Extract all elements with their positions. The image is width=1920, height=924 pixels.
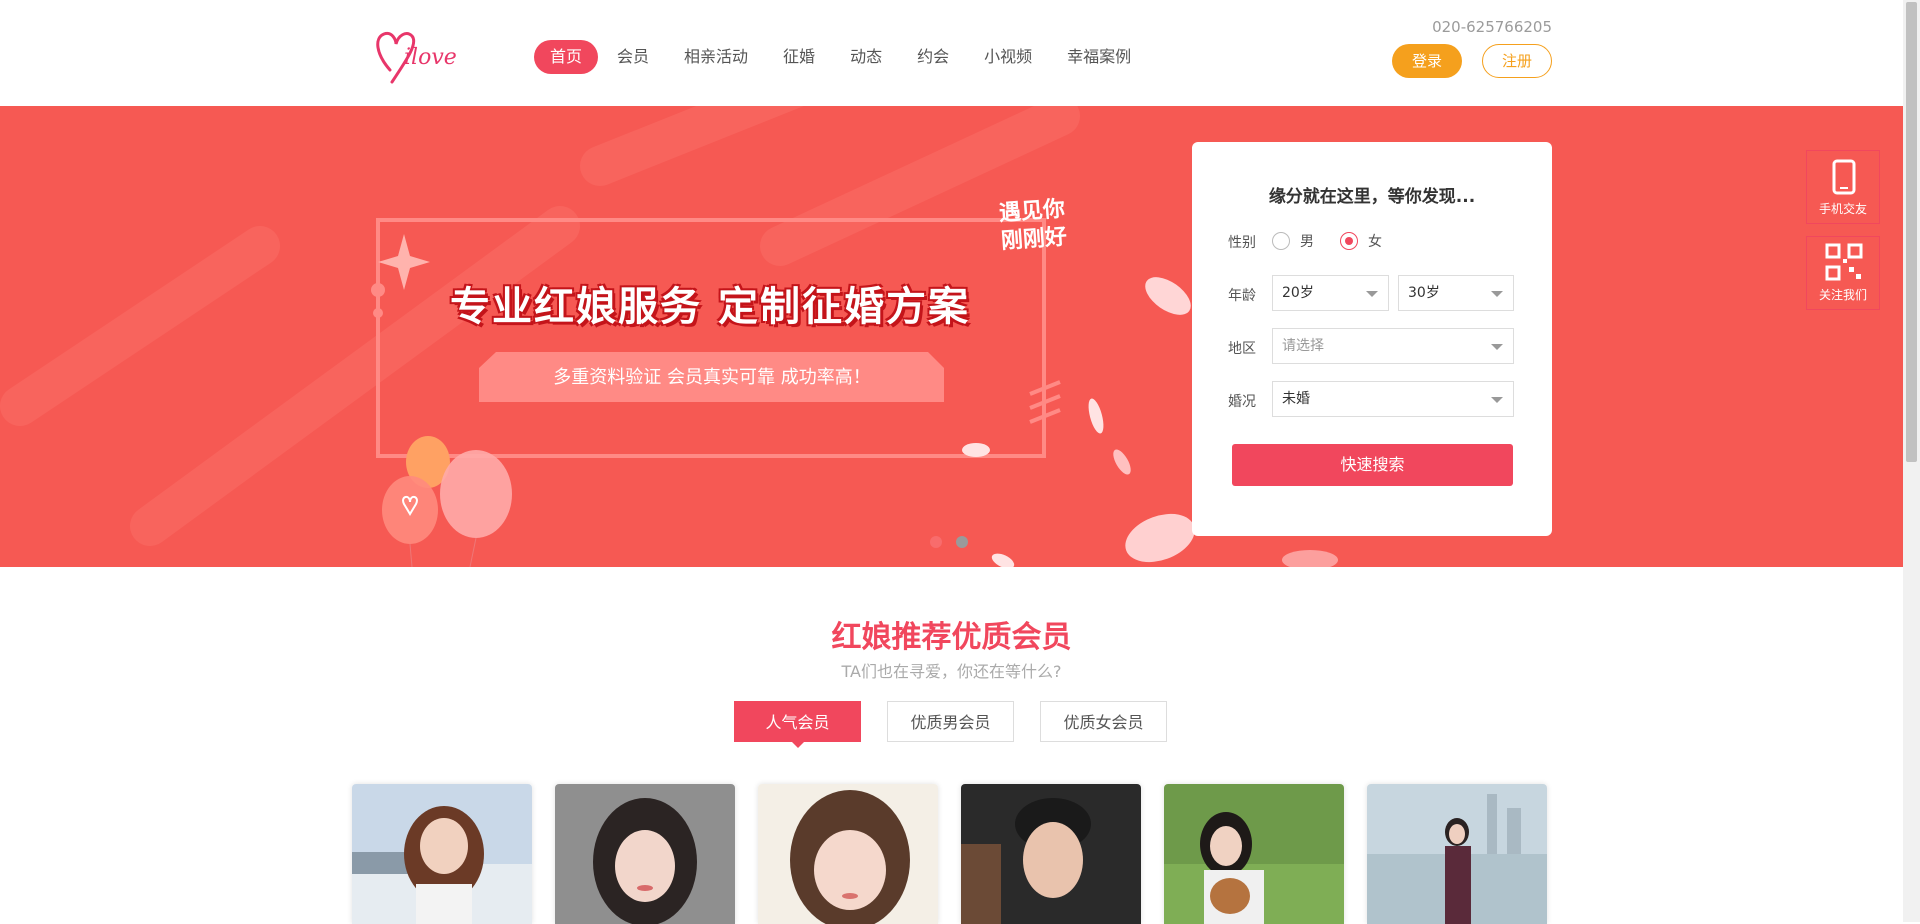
member-photo (961, 784, 1141, 924)
region-placeholder: 请选择 (1282, 338, 1324, 354)
marital-label: 婚况 (1228, 394, 1256, 410)
radio-unchecked-icon (1272, 232, 1290, 250)
banner-stamp-text: 遇见你 刚刚好 (998, 196, 1068, 255)
member-photo (758, 784, 938, 924)
chevron-down-icon (1491, 291, 1503, 297)
banner-headline: 专业红娘服务 定制征婚方案 (450, 284, 970, 330)
nav-short-videos[interactable]: 小视频 (968, 40, 1048, 74)
gender-label: 性别 (1228, 235, 1256, 251)
chevron-down-icon (1491, 344, 1503, 350)
carousel-dots (930, 536, 982, 548)
banner-decoration (0, 106, 1338, 567)
gender-female-radio[interactable]: 女 (1340, 231, 1382, 251)
nav-marriage-ads[interactable]: 征婚 (767, 40, 831, 74)
section-title: 红娘推荐优质会员 (831, 620, 1072, 655)
scrollbar-thumb[interactable] (1906, 2, 1917, 462)
nav-success-stories[interactable]: 幸福案例 (1051, 40, 1147, 74)
member-photo (1164, 784, 1344, 924)
member-card[interactable] (1164, 784, 1344, 924)
follow-us-button[interactable]: 关注我们 (1806, 236, 1880, 310)
mobile-dating-label: 手机交友 (1818, 202, 1867, 216)
chevron-down-icon (1366, 291, 1378, 297)
age-min-select[interactable]: 20岁 (1272, 275, 1389, 311)
search-card-title: 缘分就在这里，等你发现... (1268, 187, 1476, 207)
chevron-down-icon (1491, 397, 1503, 403)
member-photo (352, 784, 532, 924)
nav-dating[interactable]: 约会 (901, 40, 965, 74)
mobile-dating-button[interactable]: 手机交友 (1806, 150, 1880, 224)
tab-male-members[interactable]: 优质男会员 (887, 701, 1014, 742)
qr-code-icon (1825, 243, 1863, 281)
gender-female-label: 女 (1368, 234, 1382, 250)
age-max-select[interactable]: 30岁 (1398, 275, 1514, 311)
member-photo (555, 784, 735, 924)
gender-male-radio[interactable]: 男 (1272, 231, 1314, 251)
radio-checked-icon (1340, 232, 1358, 250)
member-tabs: 人气会员 优质男会员 优质女会员 (734, 701, 1193, 748)
region-select[interactable]: 请选择 (1272, 328, 1514, 364)
region-label: 地区 (1228, 341, 1256, 357)
marital-value: 未婚 (1282, 391, 1310, 407)
follow-us-label: 关注我们 (1818, 288, 1867, 302)
quick-search-button[interactable]: 快速搜索 (1232, 444, 1513, 486)
page-scrollbar[interactable] (1903, 0, 1920, 922)
member-card[interactable] (1367, 784, 1547, 924)
marital-select[interactable]: 未婚 (1272, 381, 1514, 417)
tab-female-members[interactable]: 优质女会员 (1040, 701, 1167, 742)
milove-logo[interactable]: ilove (372, 26, 484, 86)
nav-matchmaking-events[interactable]: 相亲活动 (668, 40, 764, 74)
hero-banner: 专业红娘服务 定制征婚方案 多重资料验证 会员真实可靠 成功率高！ 遇见你 刚刚… (0, 106, 1903, 567)
main-nav: 首页 会员 相亲活动 征婚 动态 约会 小视频 幸福案例 (534, 40, 1150, 74)
member-card[interactable] (555, 784, 735, 924)
age-label: 年龄 (1228, 288, 1256, 304)
login-button[interactable]: 登录 (1392, 44, 1462, 78)
banner-subline: 多重资料验证 会员真实可靠 成功率高！ (553, 367, 871, 388)
register-button[interactable]: 注册 (1482, 44, 1552, 78)
mobile-phone-icon (1832, 159, 1856, 195)
member-photo (1367, 784, 1547, 924)
svg-text:ilove: ilove (404, 45, 457, 70)
age-max-value: 30岁 (1408, 285, 1440, 301)
section-subtitle: TA们也在寻爱，你还在等什么? (841, 662, 1062, 681)
age-min-value: 20岁 (1282, 285, 1314, 301)
quick-search-card: 缘分就在这里，等你发现... 性别 男 女 年龄 20岁 30岁 地区 请选择 … (1192, 142, 1552, 536)
member-card[interactable] (758, 784, 938, 924)
nav-moments[interactable]: 动态 (834, 40, 898, 74)
carousel-dot-1[interactable] (930, 536, 942, 548)
tab-popular-members[interactable]: 人气会员 (734, 701, 861, 748)
nav-members[interactable]: 会员 (601, 40, 665, 74)
gender-male-label: 男 (1300, 234, 1314, 250)
member-card[interactable] (352, 784, 532, 924)
member-card-list (352, 784, 1570, 924)
nav-home[interactable]: 首页 (534, 40, 599, 74)
hotline-number: 020-625766205 (1432, 18, 1552, 36)
carousel-dot-2[interactable] (956, 536, 968, 548)
site-header: ilove 首页 会员 相亲活动 征婚 动态 约会 小视频 幸福案例 020-6… (0, 0, 1903, 106)
member-card[interactable] (961, 784, 1141, 924)
